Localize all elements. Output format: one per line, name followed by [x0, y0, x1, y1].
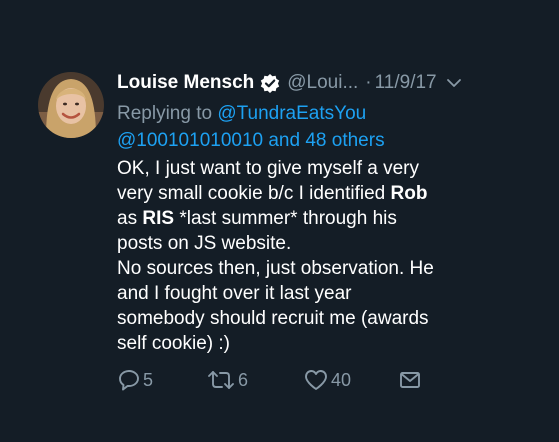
tweet-text-span: *last summer* through his	[174, 208, 397, 229]
replying-to-prefix: Replying to	[117, 103, 213, 124]
avatar[interactable]	[38, 72, 104, 138]
retweet-icon	[206, 368, 236, 392]
tweet-text-line: No sources then, just observation. He	[117, 258, 434, 279]
author-handle[interactable]: @Loui...	[287, 72, 358, 94]
tweet-text-line: very small cookie b/c I identified Rob	[117, 181, 517, 206]
tweet[interactable]: Louise Mensch @Loui... · 11/9/17 Replyin…	[0, 0, 559, 442]
replying-to-line-1: Replying to @TundraEatsYou	[117, 100, 537, 127]
tweet-text: OK, I just want to give myself a very ve…	[117, 156, 517, 356]
reply-count: 5	[143, 369, 154, 390]
tweet-actions: 5 6 40	[0, 367, 559, 393]
reply-bubble-icon	[117, 368, 141, 392]
tweet-text-line: as RIS *last summer* through his	[117, 206, 517, 231]
avatar-photo	[38, 72, 104, 138]
tweet-date[interactable]: 11/9/17	[375, 72, 437, 94]
display-name[interactable]: Louise Mensch	[117, 72, 254, 94]
separator-dot: ·	[365, 72, 372, 93]
replying-to: Replying to @TundraEatsYou @100101010010…	[117, 100, 537, 154]
tweet-text-line: self cookie) :)	[117, 333, 230, 354]
retweet-count: 6	[238, 369, 249, 390]
direct-message-button[interactable]	[398, 367, 422, 393]
tweet-text-span: very small cookie b/c I identified	[117, 183, 391, 204]
tweet-text-line: and I fought over it last year	[117, 283, 352, 304]
tweet-text-span: as	[117, 208, 143, 229]
bold-name-ris: RIS	[142, 208, 175, 229]
like-button[interactable]: 40	[303, 367, 351, 393]
verified-badge-icon	[260, 73, 280, 93]
tweet-text-line: somebody should recruit me (awards	[117, 308, 429, 329]
reply-button[interactable]: 5	[117, 367, 153, 393]
bold-name-rob: Rob	[390, 183, 428, 204]
heart-icon	[303, 368, 329, 392]
retweet-button[interactable]: 6	[206, 367, 248, 393]
replying-to-others-link[interactable]: @100101010010 and 48 others	[117, 127, 537, 154]
tweet-text-line: OK, I just want to give myself a very	[117, 158, 419, 179]
envelope-icon	[398, 368, 422, 392]
chevron-down-icon[interactable]	[446, 75, 462, 91]
mention-link[interactable]: @TundraEatsYou	[217, 103, 366, 124]
tweet-header: Louise Mensch @Loui... · 11/9/17	[117, 69, 462, 97]
like-count: 40	[331, 369, 352, 390]
tweet-text-line: posts on JS website.	[117, 233, 292, 254]
